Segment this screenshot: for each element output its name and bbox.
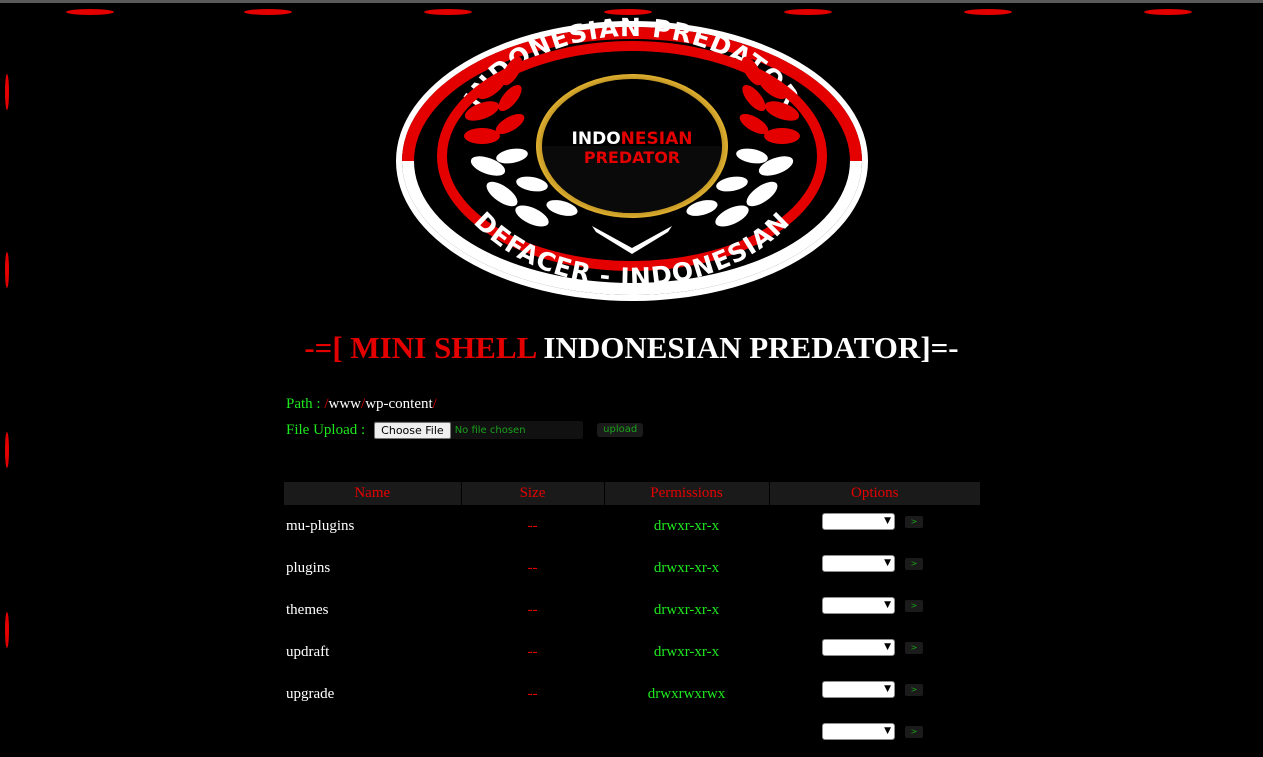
file-upload-row: File Upload : Choose File No file chosen…	[286, 421, 644, 439]
title-main: INDONESIAN PREDATOR	[535, 330, 921, 365]
file-options: ▼ >	[769, 715, 980, 757]
chevron-down-icon: ▼	[884, 558, 891, 568]
header-name: Name	[284, 482, 462, 505]
file-size: --	[527, 559, 538, 576]
file-permissions[interactable]: drwxrwxrwx	[604, 673, 769, 715]
chevron-down-icon: ▼	[884, 642, 891, 652]
header-permissions: Permissions	[604, 482, 770, 505]
table-header-row: Name Size Permissions Options	[284, 482, 980, 505]
predator-logo: INDONESIAN PREDATOR	[392, 13, 872, 306]
file-size: --	[527, 643, 538, 660]
path-segment-www[interactable]: www	[329, 396, 362, 412]
title-prefix: -=[ MINI SHELL	[304, 330, 536, 365]
file-permissions[interactable]	[604, 715, 769, 757]
logo-center-predator: PREDATOR	[584, 148, 680, 167]
go-button[interactable]: >	[905, 641, 923, 654]
table-row: updraft -- drwxr-xr-x ▼ >	[284, 631, 980, 673]
table-row: upgrade -- drwxrwxrwx ▼ >	[284, 673, 980, 715]
options-select[interactable]: ▼	[822, 681, 895, 698]
options-select[interactable]: ▼	[822, 639, 895, 656]
go-button[interactable]: >	[905, 725, 923, 738]
go-button[interactable]: >	[905, 683, 923, 696]
top-decoration	[66, 9, 1192, 15]
file-options: ▼ >	[769, 505, 980, 547]
path-slash-end: /	[432, 396, 437, 412]
file-permissions[interactable]: drwxr-xr-x	[604, 631, 769, 673]
go-button[interactable]: >	[905, 599, 923, 612]
file-size: --	[527, 685, 538, 702]
file-permissions[interactable]: drwxr-xr-x	[604, 505, 769, 547]
file-options: ▼ >	[769, 589, 980, 631]
file-size: --	[527, 517, 538, 534]
logo-center-indo: INDO	[572, 129, 621, 149]
chevron-down-icon: ▼	[884, 684, 891, 694]
chevron-down-icon: ▼	[884, 726, 891, 736]
file-options: ▼ >	[769, 631, 980, 673]
file-permissions[interactable]: drwxr-xr-x	[604, 589, 769, 631]
file-size: --	[527, 601, 538, 618]
options-select[interactable]: ▼	[822, 723, 895, 740]
upload-button[interactable]: upload	[597, 423, 644, 437]
table-row: plugins -- drwxr-xr-x ▼ >	[284, 547, 980, 589]
chevron-down-icon: ▼	[884, 516, 891, 526]
choose-file-button[interactable]: Choose File	[374, 421, 451, 439]
options-select[interactable]: ▼	[822, 513, 895, 530]
file-name[interactable]: upgrade	[284, 673, 461, 715]
table-row: mu-plugins -- drwxr-xr-x ▼ >	[284, 505, 980, 547]
file-size	[461, 715, 604, 757]
file-name[interactable]	[284, 715, 461, 757]
page-title: -=[ MINI SHELL INDONESIAN PREDATOR]=-	[0, 330, 1263, 366]
chevron-down-icon: ▼	[884, 600, 891, 610]
logo-center-nesian: NESIAN	[621, 129, 693, 149]
file-upload-label: File Upload :	[286, 421, 366, 438]
go-button[interactable]: >	[905, 515, 923, 528]
no-file-text: No file chosen	[454, 424, 526, 436]
options-select[interactable]: ▼	[822, 555, 895, 572]
path-segment-wp-content[interactable]: wp-content	[365, 396, 432, 412]
file-name[interactable]: themes	[284, 589, 461, 631]
go-button[interactable]: >	[905, 557, 923, 570]
table-row: ▼ >	[284, 715, 980, 757]
file-permissions[interactable]: drwxr-xr-x	[604, 547, 769, 589]
file-name[interactable]: updraft	[284, 631, 461, 673]
svg-text:INDONESIAN: INDONESIAN	[572, 129, 693, 149]
table-row: themes -- drwxr-xr-x ▼ >	[284, 589, 980, 631]
file-name[interactable]: plugins	[284, 547, 461, 589]
file-options: ▼ >	[769, 547, 980, 589]
path-label: Path :	[286, 396, 325, 412]
options-select[interactable]: ▼	[822, 597, 895, 614]
header-options: Options	[769, 482, 980, 505]
title-suffix: ]=-	[920, 330, 959, 365]
file-options: ▼ >	[769, 673, 980, 715]
file-name[interactable]: mu-plugins	[284, 505, 461, 547]
file-table: Name Size Permissions Options mu-plugins…	[284, 482, 980, 757]
file-input[interactable]: Choose File No file chosen	[374, 421, 584, 439]
header-size: Size	[461, 482, 605, 505]
path-row: Path : /www/wp-content/	[286, 396, 437, 413]
